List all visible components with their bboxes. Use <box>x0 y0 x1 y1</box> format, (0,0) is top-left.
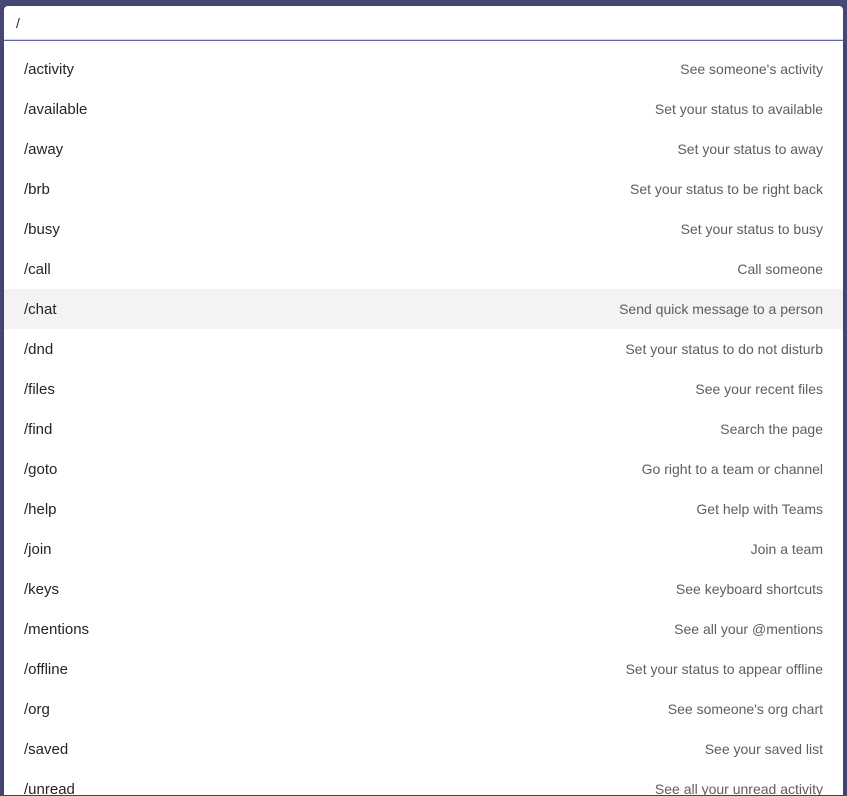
search-box[interactable] <box>4 6 843 40</box>
command-item[interactable]: /dnd Set your status to do not disturb <box>4 329 843 369</box>
command-item[interactable]: /saved See your saved list <box>4 729 843 769</box>
command-name: /mentions <box>24 621 89 638</box>
command-name: /busy <box>24 221 60 238</box>
command-item[interactable]: /away Set your status to away <box>4 129 843 169</box>
command-item[interactable]: /mentions See all your @mentions <box>4 609 843 649</box>
command-item[interactable]: /call Call someone <box>4 249 843 289</box>
command-item[interactable]: /find Search the page <box>4 409 843 449</box>
command-name: /activity <box>24 61 74 78</box>
command-description: See keyboard shortcuts <box>676 581 823 597</box>
command-name: /brb <box>24 181 50 198</box>
command-item[interactable]: /busy Set your status to busy <box>4 209 843 249</box>
command-description: See your recent files <box>695 381 823 397</box>
command-description: Set your status to do not disturb <box>625 341 823 357</box>
command-description: See someone's activity <box>680 61 823 77</box>
command-description: Set your status to away <box>677 141 823 157</box>
command-description: Call someone <box>737 261 823 277</box>
command-item[interactable]: /available Set your status to available <box>4 89 843 129</box>
command-name: /help <box>24 501 57 518</box>
command-name: /org <box>24 701 50 718</box>
command-name: /dnd <box>24 341 53 358</box>
command-description: Send quick message to a person <box>619 301 823 317</box>
command-dropdown: /activity See someone's activity/availabl… <box>4 40 843 795</box>
command-name: /goto <box>24 461 57 478</box>
command-name: /keys <box>24 581 59 598</box>
command-search-input[interactable] <box>16 15 831 31</box>
command-description: Get help with Teams <box>696 501 823 517</box>
command-item[interactable]: /offline Set your status to appear offlin… <box>4 649 843 689</box>
command-name: /offline <box>24 661 68 678</box>
command-item[interactable]: /chat Send quick message to a person <box>4 289 843 329</box>
command-item[interactable]: /unread See all your unread activity <box>4 769 843 795</box>
command-name: /find <box>24 421 52 438</box>
command-description: Go right to a team or channel <box>642 461 823 477</box>
command-item[interactable]: /join Join a team <box>4 529 843 569</box>
command-name: /chat <box>24 301 57 318</box>
command-item[interactable]: /activity See someone's activity <box>4 49 843 89</box>
command-description: Set your status to appear offline <box>626 661 823 677</box>
command-item[interactable]: /org See someone's org chart <box>4 689 843 729</box>
command-description: See all your @mentions <box>674 621 823 637</box>
command-list: /activity See someone's activity/availabl… <box>4 41 843 795</box>
command-name: /unread <box>24 781 75 796</box>
command-item[interactable]: /brb Set your status to be right back <box>4 169 843 209</box>
command-description: Set your status to be right back <box>630 181 823 197</box>
command-description: Join a team <box>751 541 823 557</box>
command-name: /away <box>24 141 63 158</box>
command-description: Set your status to busy <box>681 221 823 237</box>
command-name: /call <box>24 261 51 278</box>
command-description: See your saved list <box>705 741 823 757</box>
command-item[interactable]: /files See your recent files <box>4 369 843 409</box>
search-bar-container <box>0 0 847 40</box>
command-description: See all your unread activity <box>655 781 823 795</box>
command-description: Search the page <box>720 421 823 437</box>
command-item[interactable]: /goto Go right to a team or channel <box>4 449 843 489</box>
command-name: /join <box>24 541 52 558</box>
command-item[interactable]: /keys See keyboard shortcuts <box>4 569 843 609</box>
command-description: Set your status to available <box>655 101 823 117</box>
command-description: See someone's org chart <box>668 701 823 717</box>
command-item[interactable]: /help Get help with Teams <box>4 489 843 529</box>
command-name: /files <box>24 381 55 398</box>
command-name: /available <box>24 101 87 118</box>
command-name: /saved <box>24 741 68 758</box>
